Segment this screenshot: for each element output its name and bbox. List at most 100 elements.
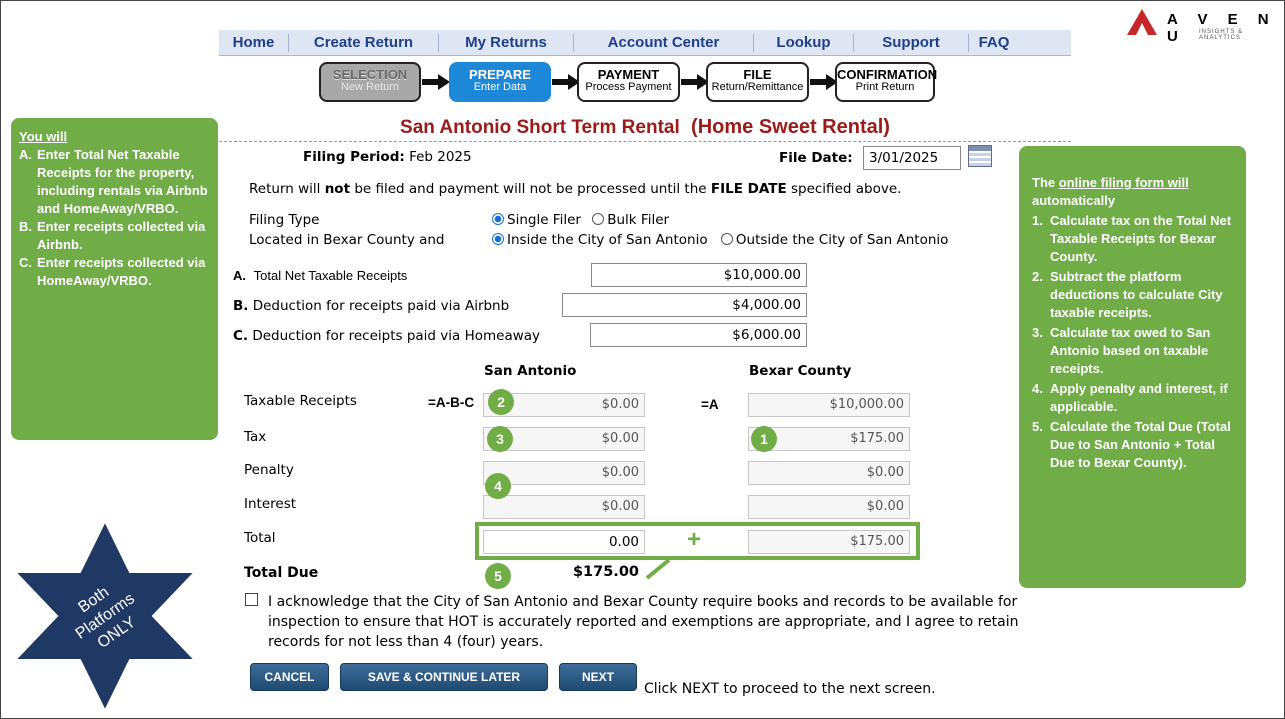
divider (219, 141, 1071, 142)
step-title: PAYMENT (597, 67, 660, 82)
step-confirmation: CONFIRMATION Print Return (835, 62, 938, 102)
filing-type-options: Single Filer Bulk Filer (492, 212, 669, 228)
star-badge: Both Platforms ONLY (12, 518, 198, 714)
nav-my-returns[interactable]: My Returns (439, 33, 574, 52)
item-text: Enter Total Net Taxable Receipts for the… (37, 147, 208, 216)
step-file: FILE Return/Remittance (706, 62, 809, 102)
marker-1: 1 (751, 426, 777, 452)
radio-label: Single Filer (507, 212, 581, 228)
row-label-taxable: Taxable Receipts (244, 393, 357, 409)
homeaway-deduction-input[interactable]: $6,000.00 (590, 323, 807, 347)
bc-interest: $0.00 (748, 495, 910, 519)
page-title: San Antonio Short Term Rental (Home Swee… (219, 116, 1071, 139)
item-text: Enter receipts collected via HomeAway/VR… (37, 255, 206, 288)
line-text: Total Net Taxable Receipts (253, 268, 408, 283)
step-prepare: PREPARE Enter Data (449, 62, 551, 102)
row-label-penalty: Penalty (244, 462, 294, 478)
radio-icon[interactable] (720, 233, 733, 245)
file-date-label: File Date: (779, 150, 853, 166)
marker-3: 3 (487, 426, 513, 452)
item-key: 2. (1032, 269, 1043, 284)
step-selection: SELECTION New Return (319, 62, 421, 102)
radio-icon[interactable] (492, 233, 504, 245)
nav-support[interactable]: Support (854, 33, 969, 52)
avenu-logo-icon (1127, 9, 1157, 35)
item-text: Calculate tax on the Total Net Taxable R… (1050, 213, 1232, 264)
radio-icon[interactable] (592, 213, 605, 225)
bc-taxable-receipts: $10,000.00 (748, 393, 910, 417)
item-text: Subtract the platform deductions to calc… (1050, 269, 1223, 320)
filing-period: Filing Period: Feb 2025 (303, 149, 472, 165)
radio-single-filer[interactable]: Single Filer (492, 212, 581, 228)
radio-bulk-filer[interactable]: Bulk Filer (592, 212, 669, 228)
step-title: PREPARE (469, 67, 531, 82)
next-button[interactable]: NEXT (559, 663, 637, 691)
plus-sign: + (687, 526, 702, 553)
step-title: SELECTION (332, 67, 408, 82)
right-panel-heading: The online filing form will (1032, 174, 1236, 192)
avenu-logo: A V E N U INSIGHTS & ANALYTICS (1127, 9, 1277, 45)
notice-text: specified above. (786, 181, 902, 197)
nav-faq[interactable]: FAQ (969, 34, 1019, 52)
cancel-button[interactable]: CANCEL (250, 663, 329, 691)
airbnb-deduction-input[interactable]: $4,000.00 (562, 293, 807, 317)
radio-outside-city[interactable]: Outside the City of San Antonio (720, 232, 948, 248)
step-sub: New Return (340, 80, 400, 93)
sa-total: 0.00 (483, 530, 645, 554)
item-text: Apply penalty and interest, if applicabl… (1050, 381, 1228, 414)
col-header-bexar-county: Bexar County (749, 363, 852, 379)
nav-create-return[interactable]: Create Return (289, 33, 439, 52)
nav-home[interactable]: Home (219, 33, 289, 52)
left-panel-item: A. Enter Total Net Taxable Receipts for t… (19, 146, 210, 218)
total-net-receipts-input[interactable]: $10,000.00 (591, 263, 807, 287)
notice-text: Return will (249, 181, 325, 197)
line-c-label: C. Deduction for receipts paid via Homea… (233, 328, 540, 344)
bc-total: $175.00 (748, 530, 910, 554)
marker-2: 2 (488, 389, 514, 415)
line-text: Deduction for receipts paid via Airbnb (252, 298, 510, 314)
step-arrow (681, 74, 709, 90)
callout-connector (645, 558, 671, 580)
nav-lookup[interactable]: Lookup (754, 33, 854, 52)
step-sub: Print Return (855, 80, 915, 93)
item-key: 4. (1032, 381, 1043, 396)
formula-bc: =A (701, 397, 719, 412)
file-date-input[interactable]: 3/01/2025 (863, 146, 961, 170)
step-title: CONFIRMATION (837, 67, 938, 82)
bc-penalty: $0.00 (748, 461, 910, 485)
step-sub: Enter Data (473, 80, 527, 93)
row-label-total: Total (244, 530, 276, 546)
item-key: 3. (1032, 325, 1043, 340)
file-date-notice: Return will not be filed and payment wil… (249, 181, 901, 197)
location-label: Located in Bexar County and (249, 232, 445, 248)
calendar-icon[interactable] (968, 145, 992, 167)
line-letter: C. (233, 328, 249, 344)
col-header-san-antonio: San Antonio (484, 363, 577, 379)
save-continue-later-button[interactable]: SAVE & CONTINUE LATER (340, 663, 548, 691)
heading-text: The (1032, 175, 1059, 190)
notice-text: be filed and payment will not be process… (350, 181, 711, 197)
radio-label: Bulk Filer (607, 212, 670, 228)
nav-account-center[interactable]: Account Center (574, 33, 754, 52)
left-instructions-panel: You will A. Enter Total Net Taxable Recei… (11, 118, 218, 440)
right-panel-item: 1. Calculate tax on the Total Net Taxable… (1032, 212, 1236, 266)
step-sub: Process Payment (585, 80, 672, 93)
location-options: Inside the City of San Antonio Outside t… (492, 232, 948, 248)
right-panel-item: 5. Calculate the Total Due (Total Due to … (1032, 418, 1236, 472)
filing-period-label: Filing Period: (303, 149, 405, 165)
marker-4: 4 (485, 473, 511, 499)
item-text: Enter receipts collected via Airbnb. (37, 219, 206, 252)
marker-5: 5 (485, 563, 511, 589)
radio-icon[interactable] (492, 213, 504, 225)
step-arrow (552, 74, 580, 90)
right-panel-item: 2. Subtract the platform deductions to ca… (1032, 268, 1236, 322)
filing-type-label: Filing Type (249, 212, 320, 228)
item-key: 1. (1032, 213, 1043, 228)
radio-inside-city[interactable]: Inside the City of San Antonio (492, 232, 708, 248)
heading-text: online filing form will (1058, 175, 1189, 190)
left-panel-item: B. Enter receipts collected via Airbnb. (19, 218, 210, 254)
step-sub: Return/Remittance (711, 80, 804, 93)
right-panel-item: 4. Apply penalty and interest, if applica… (1032, 380, 1236, 416)
left-panel-heading: You will (19, 129, 68, 144)
acknowledge-checkbox[interactable] (245, 593, 258, 606)
